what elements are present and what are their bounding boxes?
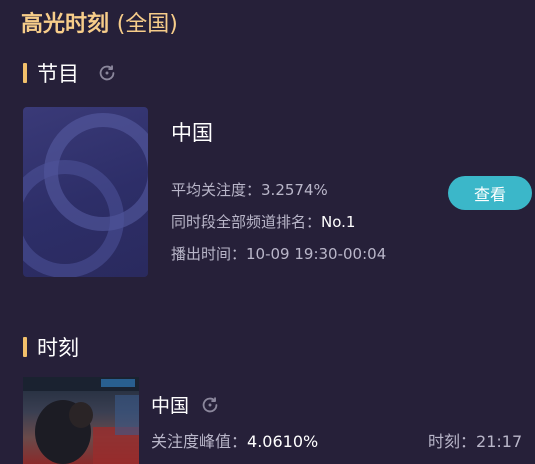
- page-title-scope: (全国): [116, 12, 178, 37]
- airtime-label: 播出时间：: [171, 245, 247, 263]
- peak-value: 4.0610%: [247, 432, 319, 451]
- section-bar: [23, 337, 27, 357]
- avg-attention-label: 平均关注度：: [171, 181, 262, 199]
- poster-rings-graphic: [23, 113, 148, 277]
- page-title: 高光时刻 (全国): [21, 6, 178, 38]
- airtime-value: 10-09 19:30-00:04: [246, 245, 387, 263]
- program-poster[interactable]: [23, 107, 148, 277]
- thumbnail-scene: [23, 377, 139, 464]
- rank-value: No.1: [321, 213, 356, 231]
- avg-attention-row: 平均关注度：3.2574%: [171, 179, 328, 200]
- peak-label: 关注度峰值：: [151, 432, 248, 451]
- section-bar: [23, 63, 27, 83]
- program-section-header: 节目: [23, 58, 118, 88]
- moment-thumbnail[interactable]: [23, 377, 139, 464]
- program-name: 中国: [171, 121, 213, 145]
- rank-row: 同时段全部频道排名：No.1: [171, 211, 355, 232]
- moment-name-row: 中国: [151, 391, 221, 418]
- moment-time-label: 时刻：: [428, 432, 477, 451]
- refresh-icon[interactable]: [199, 394, 221, 416]
- rank-label: 同时段全部频道排名：: [171, 213, 322, 231]
- peak-row: 关注度峰值：4.0610%: [151, 428, 318, 452]
- moment-section-label: 时刻: [37, 336, 79, 360]
- refresh-icon[interactable]: [96, 62, 118, 84]
- avg-attention-value: 3.2574%: [261, 181, 328, 199]
- page-title-text: 高光时刻: [21, 12, 110, 37]
- view-button[interactable]: 查看: [448, 176, 532, 210]
- moment-time-value: 21:17: [476, 432, 523, 451]
- moment-section-header: 时刻: [23, 332, 79, 362]
- airtime-row: 播出时间：10-09 19:30-00:04: [171, 243, 386, 264]
- program-section-label: 节目: [37, 62, 79, 86]
- moment-time-row: 时刻：21:17: [428, 428, 522, 452]
- moment-name: 中国: [151, 395, 190, 417]
